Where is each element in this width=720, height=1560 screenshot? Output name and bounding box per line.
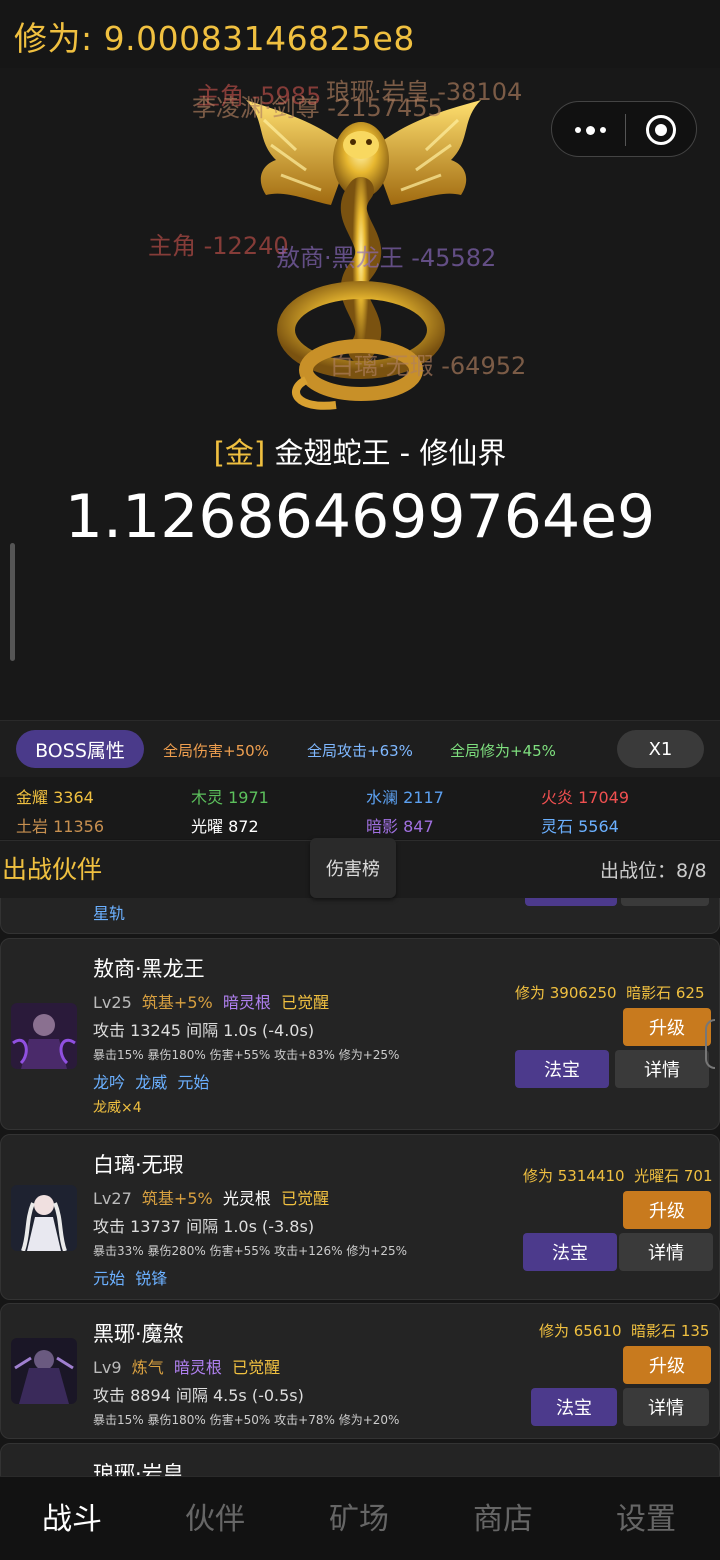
partner-stats: 暴击15% 暴伤180% 伤害+50% 攻击+78% 修为+20%: [93, 1413, 400, 1427]
upgrade-button[interactable]: 升级: [623, 1008, 711, 1046]
partner-name: 敖商·黑龙王: [93, 957, 205, 981]
element-shuilan: 水澜 2117: [366, 788, 444, 807]
detail-button[interactable]: 详情: [623, 1388, 709, 1426]
boss-attr-button[interactable]: BOSS属性: [16, 730, 144, 768]
buff-global-xiuwei: 全局修为+45%: [450, 742, 556, 760]
speed-button[interactable]: X1: [617, 730, 704, 768]
partner-level-line: Lv27 筑基+5% 光灵根 已觉醒: [93, 1189, 330, 1208]
partner-avatar[interactable]: [11, 1338, 77, 1404]
detail-button-partial[interactable]: [621, 898, 709, 906]
deploy-slots: 出战位：8/8: [600, 860, 707, 882]
fabao-button-partial[interactable]: [525, 898, 617, 906]
fabao-button[interactable]: 法宝: [531, 1388, 617, 1426]
partner-attack: 攻击 13737 间隔 1.0s (-3.8s): [93, 1217, 315, 1236]
fabao-button[interactable]: 法宝: [515, 1050, 609, 1088]
damage-float: 主角 -12240: [148, 232, 289, 260]
partner-avatar[interactable]: [11, 1185, 77, 1251]
damage-float: 李凌渊·剑尊 -2157455: [192, 94, 443, 122]
partner-skills: 元始 锐锋: [93, 1269, 168, 1288]
element-guangyao: 光曜 872: [191, 817, 259, 836]
partner-level-line: Lv9 炼气 暗灵根 已觉醒: [93, 1358, 281, 1377]
buff-global-attack: 全局攻击+63%: [307, 742, 413, 760]
element-jinyao: 金耀 3364: [16, 788, 94, 807]
partner-level-line: Lv25 筑基+5% 暗灵根 已觉醒: [93, 993, 330, 1012]
damage-float: 白璃·无瑕 -64952: [330, 352, 527, 380]
buff-global-damage: 全局伤害+50%: [163, 742, 269, 760]
partner-stats: 暴击33% 暴伤280% 伤害+55% 攻击+126% 修为+25%: [93, 1244, 408, 1258]
upgrade-button[interactable]: 升级: [623, 1191, 711, 1229]
nav-settings[interactable]: 设置: [616, 1494, 676, 1538]
partner-name: 白璃·无瑕: [93, 1153, 184, 1177]
mini-program-capsule: [551, 101, 697, 157]
side-handle[interactable]: [705, 1019, 715, 1069]
partner-extra: 龙威×4: [93, 1100, 142, 1116]
partner-card-partial: 星轨: [0, 898, 720, 934]
partner-skills: 龙吟 龙威 元始: [93, 1073, 210, 1092]
element-lingshi: 灵石 5564: [541, 817, 619, 836]
upgrade-button[interactable]: 升级: [623, 1346, 711, 1384]
nav-shop[interactable]: 商店: [473, 1494, 533, 1538]
skill-tag: 星轨: [93, 904, 126, 923]
partner-attack: 攻击 8894 间隔 4.5s (-0.5s): [93, 1386, 304, 1405]
boss-rarity-tag: [金]: [213, 436, 266, 470]
partner-card: 白璃·无瑕 Lv27 筑基+5% 光灵根 已觉醒 攻击 13737 间隔 1.0…: [0, 1134, 720, 1300]
detail-button[interactable]: 详情: [619, 1233, 713, 1271]
capsule-divider: [625, 114, 626, 146]
nav-battle[interactable]: 战斗: [42, 1494, 102, 1538]
top-bar: 修为: 9.00083146825e8: [0, 0, 720, 69]
partner-avatar[interactable]: [11, 1003, 77, 1069]
element-huoyan: 火炎 17049: [541, 788, 630, 807]
more-icon[interactable]: [570, 116, 610, 144]
upgrade-cost: 修为 3906250 暗影石 625: [515, 984, 705, 1002]
damage-float: 敖商·黑龙王 -45582: [276, 244, 497, 272]
upgrade-cost: 修为 5314410 光曜石 701: [523, 1167, 713, 1185]
nav-partners[interactable]: 伙伴: [185, 1494, 245, 1538]
partner-name: 黑琊·魔煞: [93, 1322, 184, 1346]
nav-mine[interactable]: 矿场: [329, 1494, 389, 1538]
element-tuyan: 土岩 11356: [16, 817, 105, 836]
partner-attack: 攻击 13245 间隔 1.0s (-4.0s): [93, 1021, 315, 1040]
boss-hp: 1.126864699764e9: [64, 482, 656, 552]
partner-card: 敖商·黑龙王 Lv25 筑基+5% 暗灵根 已觉醒 攻击 13245 间隔 1.…: [0, 938, 720, 1130]
scrollbar[interactable]: [10, 543, 15, 661]
boss-name: [金] 金翅蛇王 - 修仙界: [0, 430, 720, 472]
close-target-icon[interactable]: [646, 115, 676, 145]
xiuwei-display: 修为: 9.00083146825e8: [14, 19, 415, 58]
upgrade-cost: 修为 65610 暗影石 135: [539, 1322, 710, 1340]
damage-rank-button[interactable]: 伤害榜: [310, 838, 396, 898]
fabao-button[interactable]: 法宝: [523, 1233, 617, 1271]
boss-name-text: 金翅蛇王 - 修仙界: [274, 436, 507, 470]
partner-stats: 暴击15% 暴伤180% 伤害+55% 攻击+83% 修为+25%: [93, 1048, 400, 1062]
detail-button[interactable]: 详情: [615, 1050, 709, 1088]
partner-card: 黑琊·魔煞 Lv9 炼气 暗灵根 已觉醒 攻击 8894 间隔 4.5s (-0…: [0, 1303, 720, 1439]
partner-section-title: 出战伙伴: [2, 855, 103, 884]
element-anying: 暗影 847: [366, 817, 434, 836]
element-muling: 木灵 1971: [191, 788, 269, 807]
